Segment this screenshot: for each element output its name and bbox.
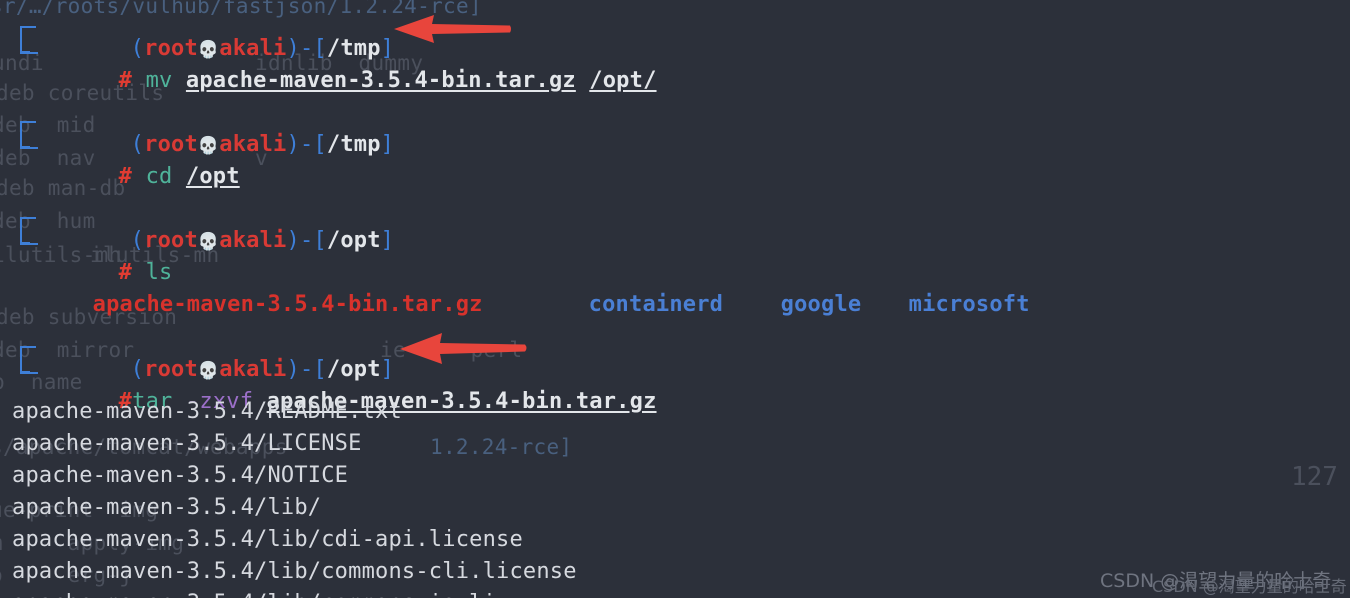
tar-output-row: apache-maven-3.5.4/README.txt xyxy=(12,399,402,424)
prompt-cwd: /tmp xyxy=(326,132,381,157)
paren-close: ) xyxy=(286,228,300,253)
tar-output-row: apache-maven-3.5.4/LICENSE xyxy=(12,431,362,456)
prompt-connector xyxy=(20,26,38,54)
prompt-hash: # xyxy=(118,164,133,189)
prompt-top-dash xyxy=(21,217,36,219)
terminal-content: (root💀akali)-[/tmp] # mv apache-maven-3.… xyxy=(0,0,1350,598)
prompt-dash: - xyxy=(299,132,314,157)
ls-entry-dir: microsoft xyxy=(908,292,1030,317)
annotation-arrow-opt xyxy=(398,330,528,366)
ls-output-row: apache-maven-3.5.4-bin.tar.gz xyxy=(12,272,483,338)
paren-close: ) xyxy=(286,132,300,157)
prompt-top-dash xyxy=(21,121,36,123)
prompt-host: akali xyxy=(219,228,287,253)
ls-entry-archive: apache-maven-3.5.4-bin.tar.gz xyxy=(92,292,483,317)
prompt-connector xyxy=(20,121,38,149)
bracket-open: [ xyxy=(313,132,327,157)
bracket-close: ] xyxy=(380,132,395,157)
prompt-connector xyxy=(20,217,38,245)
command-arg: /opt/ xyxy=(589,68,657,93)
prompt-bot-dash xyxy=(21,146,30,148)
tar-output-row: apache-maven-3.5.4/lib/commons-io.li xyxy=(12,593,496,598)
prompt-dash: - xyxy=(299,228,314,253)
command-arg: /opt xyxy=(185,164,240,189)
ls-output-row: microsoft xyxy=(828,272,1030,338)
tar-output-row: apache-maven-3.5.4/lib/cdi-api.license xyxy=(12,527,523,552)
prompt-top-dash xyxy=(21,346,36,348)
prompt-cwd: /opt xyxy=(326,228,381,253)
command-arg: apache-maven-3.5.4-bin.tar.gz xyxy=(185,68,576,93)
prompt-top-dash xyxy=(21,26,36,28)
command-name: mv xyxy=(145,68,173,93)
tar-output-row: apache-maven-3.5.4/NOTICE xyxy=(12,463,349,488)
prompt-hash: # xyxy=(118,68,133,93)
tar-output-row: apache-maven-3.5.4/lib/commons-cli.licen… xyxy=(12,559,577,584)
csdn-watermark-secondary: CSDN @渴望力量的哈士奇 xyxy=(1152,577,1347,596)
command-name: cd xyxy=(145,164,173,189)
bracket-open: [ xyxy=(313,228,327,253)
ls-output-row: containerd xyxy=(508,272,723,338)
annotation-arrow-tmp xyxy=(392,12,512,46)
bracket-close: ] xyxy=(380,228,395,253)
command-line[interactable]: # cd /opt xyxy=(38,144,240,210)
command-line[interactable]: # mv apache-maven-3.5.4-bin.tar.gz /opt/ xyxy=(38,48,657,114)
terminal-window[interactable]: sr/…/roots/vulhub/fastjson/1.2.24-rce] d… xyxy=(0,0,1350,598)
skull-icon: 💀 xyxy=(197,232,220,252)
tar-output-row: apache-maven-3.5.4/lib/ xyxy=(12,495,322,520)
prompt-connector xyxy=(20,346,38,374)
prompt-bot-dash xyxy=(21,51,30,53)
prompt-bot-dash xyxy=(21,242,30,244)
prompt-bot-dash xyxy=(21,371,30,373)
